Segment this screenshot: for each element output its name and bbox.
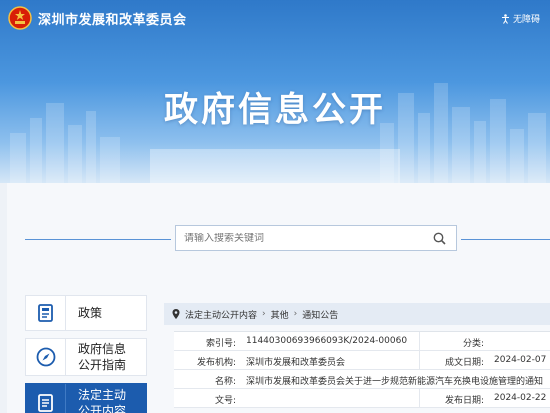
search-divider-left [25,239,171,240]
info-row: 索引号: 11440300693966093K/2024-00060 分类: [174,332,550,351]
breadcrumb-item[interactable]: 其他 [271,308,289,321]
main-content: 政策 政府信息 公开指南 法定主动 公开内容 法定主动公开内容 › [7,183,550,413]
compass-icon [36,347,55,367]
search-input[interactable] [184,232,424,244]
index-label: 索引号: [205,339,236,349]
sidebar-item-disclosure-guide[interactable]: 政府信息 公开指南 [25,338,147,376]
accessibility-icon [501,13,509,24]
search-icon[interactable] [433,232,446,245]
sidebar-item-label: 政策 [78,306,103,320]
index-value: 11440300693966093K/2024-00060 [246,336,408,346]
info-row: 文号: 发布日期: 2024-02-22 [174,389,550,408]
publisher-value: 深圳市发展和改革委员会 [246,358,346,368]
created-date-label: 成文日期: [444,358,484,368]
breadcrumb-item[interactable]: 通知公告 [302,308,338,321]
doc-number-label: 文号: [214,396,236,406]
breadcrumb-item[interactable]: 法定主动公开内容 [185,308,257,321]
site-title[interactable]: 深圳市发展和改革委员会 [38,9,187,28]
sidebar-item-statutory-disclosure[interactable]: 法定主动 公开内容 [25,383,147,413]
info-row: 发布机构: 深圳市发展和改革委员会 成文日期: 2024-02-07 [174,351,550,370]
search-row [7,225,550,251]
publisher-label: 发布机构: [196,358,236,368]
breadcrumb-separator: › [293,309,298,319]
sidebar-icon-wrap [26,296,66,330]
category-label: 分类: [462,339,484,349]
breadcrumb: 法定主动公开内容 › 其他 › 通知公告 [164,303,550,325]
breadcrumb-separator: › [262,309,266,319]
sidebar-icon-wrap [26,384,66,413]
header-banner: 深圳市发展和改革委员会 无障碍 政府信息公开 [0,0,550,183]
accessibility-link[interactable]: 无障碍 [501,12,540,25]
created-date-value: 2024-02-07 [494,355,547,365]
hero-title: 政府信息公开 [164,90,386,130]
document-icon [37,304,53,322]
title-label: 名称: [214,377,236,387]
sidebar-icon-wrap [26,339,66,375]
published-date-label: 发布日期: [444,396,484,406]
search-divider-right [461,239,550,240]
sidebar-item-policy[interactable]: 政策 [25,295,147,331]
national-emblem-logo [8,6,32,30]
info-row: 名称: 深圳市发展和改革委员会关于进一步规范新能源汽车充换电设施管理的通知 [174,370,550,389]
list-document-icon [37,394,53,412]
search-box[interactable] [175,225,457,251]
published-date-value: 2024-02-22 [494,393,547,403]
location-pin-icon [172,309,180,319]
accessibility-label: 无障碍 [512,15,540,25]
title-value: 深圳市发展和改革委员会关于进一步规范新能源汽车充换电设施管理的通知 [246,377,544,387]
sidebar-item-label: 法定主动 公开内容 [78,388,127,413]
sidebar-item-label: 政府信息 公开指南 [78,342,127,372]
document-info-table: 索引号: 11440300693966093K/2024-00060 分类: 发… [174,331,550,408]
